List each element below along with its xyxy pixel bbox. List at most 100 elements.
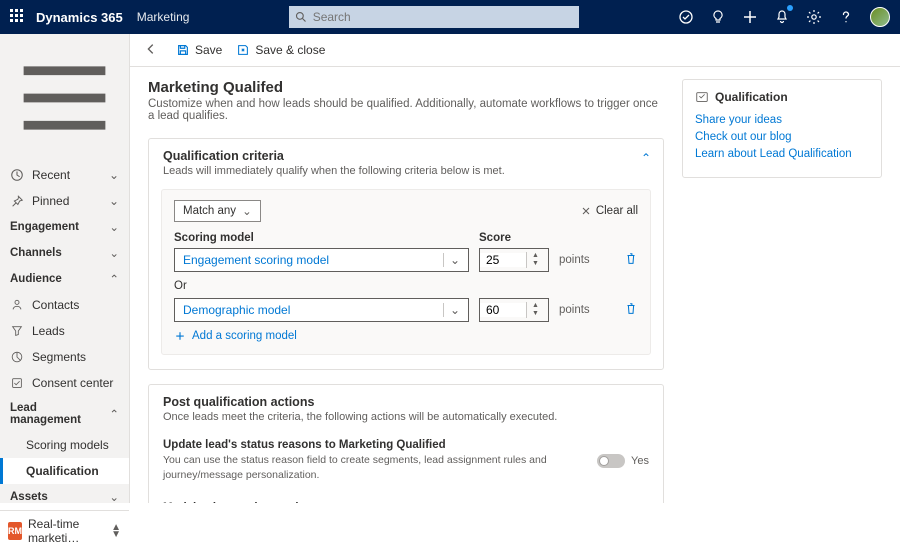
chevron-down-icon: ⌄ (443, 253, 460, 267)
qualification-icon (695, 90, 709, 104)
chevron-down-icon: ⌄ (109, 168, 119, 182)
nav-collapse-button[interactable] (0, 34, 129, 162)
card-subheading: Leads will immediately qualify when the … (163, 165, 649, 177)
leads-icon (10, 324, 24, 338)
search-wrap (199, 6, 668, 28)
criteria-row: Demographic model ⌄ ▲▼ points (174, 298, 638, 322)
app-launcher-icon[interactable] (10, 9, 26, 25)
lightbulb-icon[interactable] (710, 9, 726, 25)
assistant-icon[interactable] (678, 9, 694, 25)
card-heading: Post qualification actions (163, 395, 649, 409)
collapse-card-button[interactable]: ⌃ (641, 151, 651, 165)
card-heading: Qualification criteria (163, 149, 649, 163)
nav-item-label: Recent (32, 168, 70, 182)
site-nav: Recent ⌄ Pinned ⌄ Engagement⌄ Channels⌄ … (0, 34, 130, 503)
score-input-wrap: ▲▼ (479, 248, 549, 272)
chevron-down-icon: ⌄ (242, 204, 252, 218)
area-badge: RM (8, 522, 22, 540)
save-close-icon (236, 43, 250, 57)
criteria-editor: Match any ⌄ Clear all Scoring model Scor… (161, 189, 651, 355)
qualification-criteria-card: Qualification criteria Leads will immedi… (148, 138, 664, 370)
header-actions (678, 7, 890, 27)
chevron-up-icon: ⌃ (109, 272, 119, 286)
notifications-icon[interactable] (774, 9, 790, 25)
add-icon[interactable] (742, 9, 758, 25)
toggle-update-status[interactable] (597, 454, 625, 468)
card-subheading: Once leads meet the criteria, the follow… (163, 411, 649, 423)
global-nav-bar: Dynamics 365 Marketing (0, 0, 900, 34)
action-desc: You can use the status reason field to c… (163, 453, 587, 482)
qualification-help-card: Qualification Share your ideas Check out… (682, 79, 882, 178)
updown-icon: ▲▼ (111, 524, 121, 538)
nav-group-assets[interactable]: Assets⌄ (0, 484, 129, 510)
plus-icon (174, 330, 186, 342)
nav-leads[interactable]: Leads (0, 318, 129, 344)
brand-label: Dynamics 365 (36, 10, 123, 25)
post-qualification-card: Post qualification actions Once leads me… (148, 384, 664, 503)
nav-recent[interactable]: Recent ⌄ (0, 162, 129, 188)
area-switcher[interactable]: RM Real-time marketi… ▲▼ (0, 510, 129, 551)
action-title: Update lead's status reasons to Marketin… (163, 439, 587, 451)
help-card-heading: Qualification (695, 90, 869, 104)
add-scoring-model-button[interactable]: Add a scoring model (174, 330, 638, 342)
chevron-up-icon: ⌃ (109, 407, 119, 421)
toggle-state-label: Yes (631, 455, 649, 467)
nav-group-audience[interactable]: Audience⌃ (0, 266, 129, 292)
action-row-sales-ready: Mark leads as sales-ready You can use th… (149, 492, 663, 503)
nav-group-lead-management[interactable]: Lead management⌃ (0, 396, 129, 432)
chevron-down-icon: ⌄ (109, 194, 119, 208)
score-label: Score (479, 232, 549, 244)
or-label: Or (174, 280, 638, 292)
nav-consent-center[interactable]: Consent center (0, 370, 129, 396)
link-share-ideas[interactable]: Share your ideas (695, 114, 869, 126)
spinner-icon[interactable]: ▲▼ (526, 252, 544, 268)
user-avatar[interactable] (870, 7, 890, 27)
points-label: points (559, 254, 590, 266)
pin-icon (10, 194, 24, 208)
back-button[interactable] (140, 42, 162, 59)
clear-all-button[interactable]: Clear all (580, 205, 638, 217)
settings-gear-icon[interactable] (806, 9, 822, 25)
consent-icon (10, 376, 24, 390)
scoring-model-select[interactable]: Demographic model ⌄ (174, 298, 469, 322)
score-input[interactable] (480, 253, 526, 267)
criteria-row: Engagement scoring model ⌄ ▲▼ points (174, 248, 638, 272)
score-input-wrap: ▲▼ (479, 298, 549, 322)
delete-row-button[interactable] (624, 302, 638, 319)
score-input[interactable] (480, 303, 526, 317)
nav-scoring-models[interactable]: Scoring models (0, 432, 129, 458)
nav-item-label: Pinned (32, 194, 69, 208)
chevron-down-icon: ⌄ (109, 490, 119, 504)
scoring-model-select[interactable]: Engagement scoring model ⌄ (174, 248, 469, 272)
chevron-down-icon: ⌄ (109, 246, 119, 260)
search-icon (295, 11, 307, 23)
nav-group-engagement[interactable]: Engagement⌄ (0, 214, 129, 240)
spinner-icon[interactable]: ▲▼ (526, 302, 544, 318)
chevron-down-icon: ⌄ (109, 220, 119, 234)
nav-pinned[interactable]: Pinned ⌄ (0, 188, 129, 214)
scoring-model-label: Scoring model (174, 232, 469, 244)
page-description: Customize when and how leads should be q… (148, 98, 664, 122)
nav-group-channels[interactable]: Channels⌄ (0, 240, 129, 266)
nav-segments[interactable]: Segments (0, 344, 129, 370)
close-icon (580, 205, 592, 217)
page-title: Marketing Qualifed (148, 79, 664, 96)
action-row-update-status: Update lead's status reasons to Marketin… (149, 429, 663, 492)
delete-row-button[interactable] (624, 252, 638, 269)
save-icon (176, 43, 190, 57)
area-label: Real-time marketi… (28, 517, 105, 545)
nav-qualification[interactable]: Qualification (0, 458, 129, 484)
command-bar: Save Save & close (130, 34, 900, 67)
global-search[interactable] (289, 6, 579, 28)
save-button[interactable]: Save (176, 43, 222, 57)
clock-icon (10, 168, 24, 182)
app-area-label: Marketing (137, 10, 190, 24)
link-blog[interactable]: Check out our blog (695, 131, 869, 143)
match-mode-dropdown[interactable]: Match any ⌄ (174, 200, 261, 222)
search-input[interactable] (313, 10, 573, 24)
link-learn-qualification[interactable]: Learn about Lead Qualification (695, 148, 869, 160)
nav-contacts[interactable]: Contacts (0, 292, 129, 318)
contact-icon (10, 298, 24, 312)
help-icon[interactable] (838, 9, 854, 25)
save-and-close-button[interactable]: Save & close (236, 43, 325, 57)
